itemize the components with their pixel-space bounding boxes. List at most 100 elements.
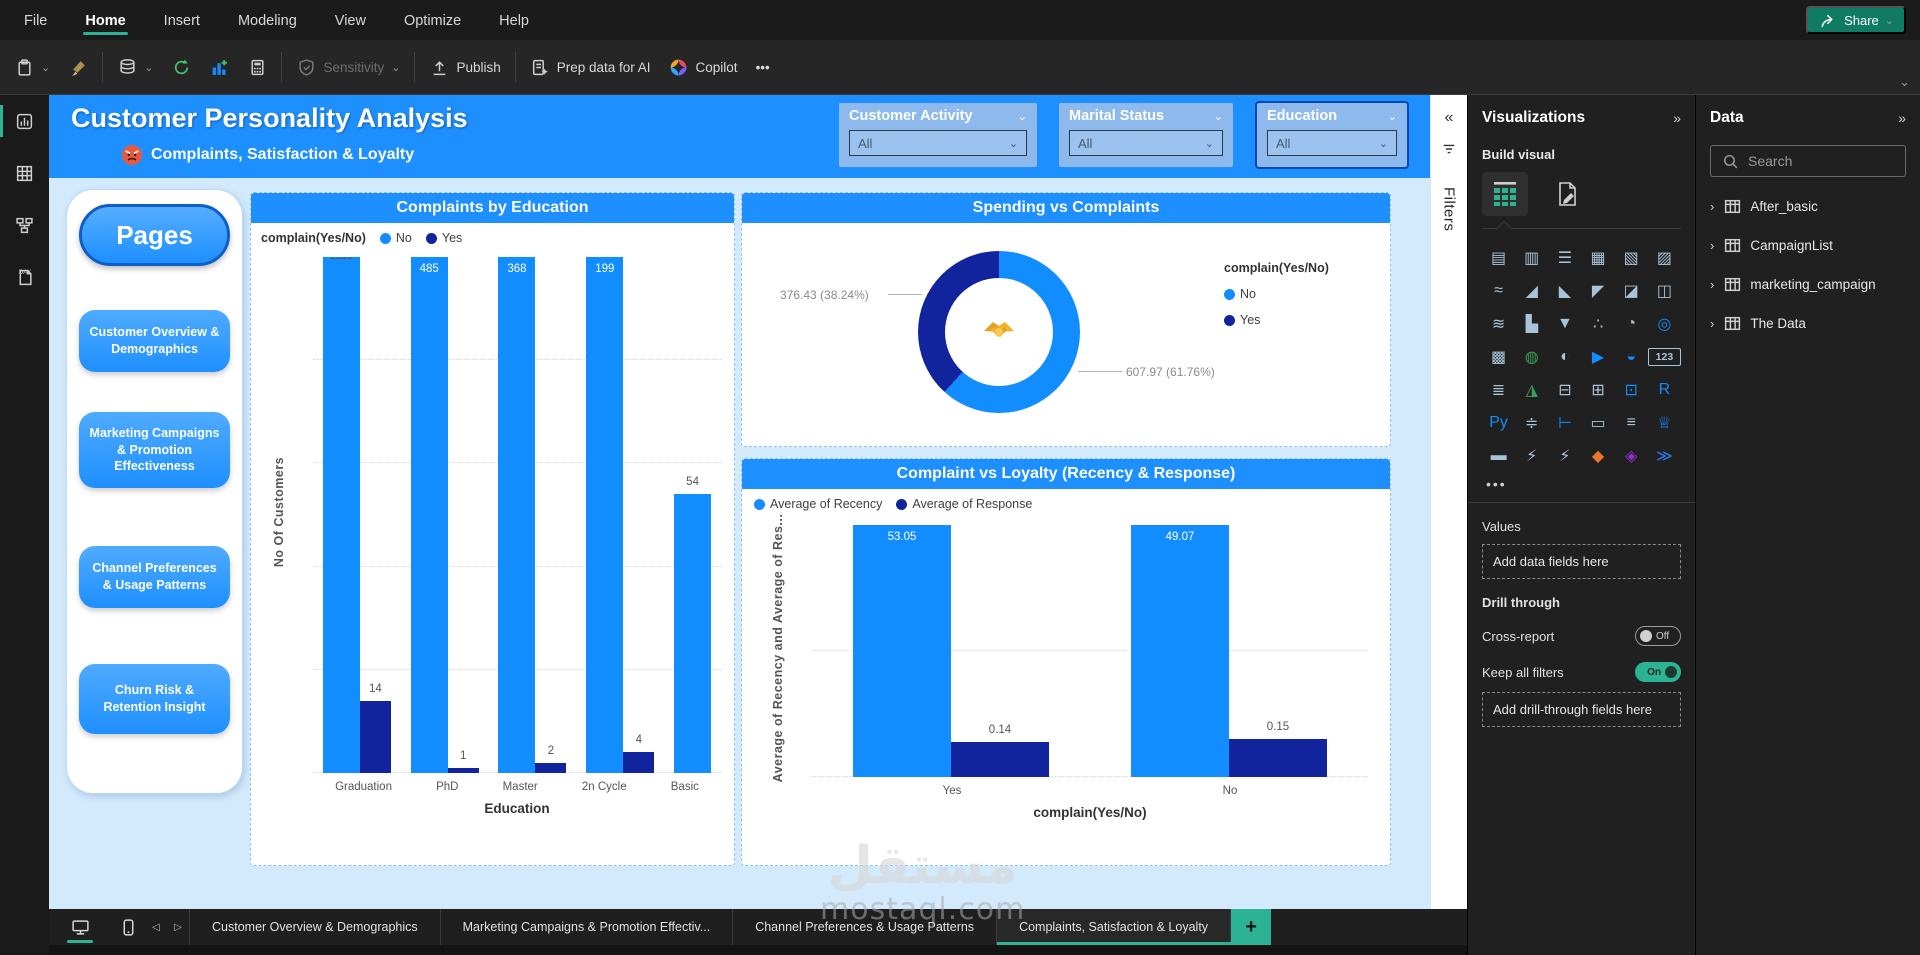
paginated-report-icon[interactable]: ▬ bbox=[1482, 441, 1515, 470]
expand-chevron-icon[interactable]: › bbox=[1710, 277, 1714, 292]
visual-complaint-vs-loyalty[interactable]: Complaint vs Loyalty (Recency & Response… bbox=[741, 458, 1391, 866]
rail-table-view[interactable] bbox=[0, 147, 49, 199]
map-icon[interactable]: ◍ bbox=[1515, 342, 1548, 371]
decomposition-tree-icon[interactable]: ⊢ bbox=[1548, 408, 1581, 437]
line-chart-icon[interactable]: ≈ bbox=[1482, 276, 1515, 305]
bar-no-basic[interactable]: 54 bbox=[674, 494, 711, 773]
metrics-icon[interactable]: ♕ bbox=[1648, 408, 1681, 437]
bar-no-graduation[interactable]: 1113 bbox=[323, 257, 360, 773]
bar-yes-master[interactable]: 2 bbox=[535, 763, 566, 773]
bar-no-2n-cycle[interactable]: 199 bbox=[586, 257, 623, 773]
expand-chevron-icon[interactable]: › bbox=[1710, 316, 1714, 331]
menu-item-modeling[interactable]: Modeling bbox=[236, 3, 299, 37]
page-nav-button-4[interactable]: Churn Risk & Retention Insight bbox=[79, 664, 230, 734]
menu-item-help[interactable]: Help bbox=[497, 3, 531, 37]
bar-average-of-recency-no[interactable]: 49.07 bbox=[1131, 525, 1229, 777]
table-item-campaignlist[interactable]: › CampaignList bbox=[1710, 235, 1906, 255]
stacked-bar-chart-icon[interactable]: ▤ bbox=[1482, 243, 1515, 272]
legend-item-average-of-response[interactable]: Average of Response bbox=[896, 497, 1032, 511]
power-automate-icon[interactable]: ≫ bbox=[1648, 441, 1681, 470]
rail-report-view[interactable] bbox=[0, 95, 49, 147]
ribbon-chart-icon[interactable]: ≋ bbox=[1482, 309, 1515, 338]
menu-item-insert[interactable]: Insert bbox=[162, 3, 202, 37]
basic-area-chart-icon[interactable]: ◤ bbox=[1582, 276, 1615, 305]
bar-average-of-response-no[interactable]: 0.15 bbox=[1229, 739, 1327, 777]
page-nav-button-2[interactable]: Marketing Campaigns & Promotion Effectiv… bbox=[79, 412, 230, 488]
stacked-area-chart-icon[interactable]: ◣ bbox=[1548, 276, 1581, 305]
line-and-stacked-column-chart-icon[interactable]: ◪ bbox=[1615, 276, 1648, 305]
expand-chevron-icon[interactable]: › bbox=[1710, 238, 1714, 253]
donut-chart-icon[interactable]: ◎ bbox=[1648, 309, 1681, 338]
menu-item-file[interactable]: File bbox=[22, 3, 49, 37]
q-and-a-icon[interactable]: ▭ bbox=[1582, 408, 1615, 437]
collapse-panel-icon[interactable]: » bbox=[1898, 110, 1906, 126]
share-button[interactable]: Share ⌄ bbox=[1806, 6, 1906, 34]
filter-dropdown[interactable]: All⌄ bbox=[1069, 130, 1223, 156]
card-icon[interactable]: 123 bbox=[1648, 348, 1681, 366]
kpi-icon[interactable]: ◮ bbox=[1515, 375, 1548, 404]
visual-spending-vs-complaints[interactable]: Spending vs Complaints 376.43 (38.24%)60… bbox=[741, 192, 1391, 447]
next-page-arrow[interactable]: ▷ bbox=[167, 909, 189, 945]
tab-build-visual[interactable] bbox=[1482, 172, 1528, 216]
ribbon-more-button[interactable]: ••• bbox=[756, 60, 770, 75]
legend-item-no[interactable]: No bbox=[380, 231, 412, 245]
previous-page-arrow[interactable]: ◁ bbox=[145, 909, 167, 945]
expand-chevron-icon[interactable]: › bbox=[1710, 199, 1714, 214]
menu-item-home[interactable]: Home bbox=[83, 3, 127, 37]
bar-yes-graduation[interactable]: 14 bbox=[360, 701, 391, 773]
cross-report-toggle[interactable]: Off bbox=[1635, 626, 1681, 646]
bar-yes-2n-cycle[interactable]: 4 bbox=[623, 752, 654, 773]
page-tab-customer-overview-demographics[interactable]: Customer Overview & Demographics bbox=[189, 909, 440, 945]
python-visual-icon[interactable]: Py bbox=[1482, 408, 1515, 437]
r-script-visual-icon[interactable]: R bbox=[1648, 375, 1681, 404]
bar-average-of-recency-yes[interactable]: 53.05 bbox=[853, 525, 951, 777]
filters-pane-collapsed[interactable]: « Filters bbox=[1430, 95, 1467, 909]
multi-row-card-icon[interactable]: ≣ bbox=[1482, 375, 1515, 404]
keep-all-filters-toggle[interactable]: On bbox=[1635, 662, 1681, 682]
pie-chart-icon[interactable]: ◔ bbox=[1615, 309, 1648, 338]
desktop-view-icon[interactable] bbox=[63, 909, 97, 945]
new-page-button[interactable]: + bbox=[1231, 909, 1271, 945]
new-visual-button[interactable] bbox=[209, 57, 229, 77]
get-data-button[interactable]: ⌄ bbox=[117, 57, 153, 77]
page-nav-button-1[interactable]: Customer Overview & Demographics bbox=[79, 310, 230, 372]
collapse-panel-icon[interactable]: » bbox=[1673, 110, 1681, 126]
table-icon[interactable]: ⊞ bbox=[1582, 375, 1615, 404]
page-tab-complaints-satisfaction-loyalty[interactable]: Complaints, Satisfaction & Loyalty bbox=[996, 909, 1231, 945]
clustered-column-chart-icon[interactable]: ▦ bbox=[1582, 243, 1615, 272]
100-stacked-column-chart-icon[interactable]: ▨ bbox=[1648, 243, 1681, 272]
collapse-ribbon-icon[interactable]: ⌄ bbox=[1899, 74, 1910, 90]
key-influencers-icon[interactable]: ≑ bbox=[1515, 408, 1548, 437]
filter-dropdown[interactable]: All⌄ bbox=[849, 130, 1027, 156]
smart-narrative-icon[interactable]: ≡ bbox=[1615, 408, 1648, 437]
bar-average-of-response-yes[interactable]: 0.14 bbox=[951, 742, 1049, 777]
menu-item-view[interactable]: View bbox=[333, 3, 368, 37]
menu-item-optimize[interactable]: Optimize bbox=[402, 3, 463, 37]
new-measure-button[interactable] bbox=[247, 57, 267, 77]
refresh-button[interactable] bbox=[171, 57, 191, 77]
data-search-input[interactable]: Search bbox=[1710, 145, 1906, 177]
expand-filters-icon[interactable]: « bbox=[1431, 109, 1467, 127]
funnel-chart-icon[interactable]: ▼ bbox=[1548, 309, 1581, 338]
chevron-down-icon[interactable]: ⌄ bbox=[1388, 110, 1397, 123]
paste-button[interactable]: ⌄ bbox=[14, 57, 50, 77]
filled-map-icon[interactable]: ◐ bbox=[1548, 342, 1581, 371]
table-item-marketing_campaign[interactable]: › marketing_campaign bbox=[1710, 274, 1906, 294]
page-nav-button-3[interactable]: Channel Preferences & Usage Patterns bbox=[79, 546, 230, 608]
format-painter-button[interactable] bbox=[68, 57, 88, 77]
azure-map-icon[interactable]: ▶ bbox=[1582, 342, 1615, 371]
table-item-after_basic[interactable]: › After_basic bbox=[1710, 196, 1906, 216]
sensitivity-button[interactable]: Sensitivity ⌄ bbox=[296, 57, 400, 77]
rail-dax-query-view[interactable]: DAX bbox=[0, 251, 49, 303]
bar-yes-phd[interactable]: 1 bbox=[448, 768, 479, 773]
arcgis-map-icon[interactable]: ◆ bbox=[1582, 441, 1615, 470]
chevron-down-icon[interactable]: ⌄ bbox=[1214, 110, 1223, 123]
legend-item-yes[interactable]: Yes bbox=[426, 231, 462, 245]
prep-data-for-ai-button[interactable]: Prep data for AI bbox=[530, 57, 651, 77]
area-chart-icon[interactable]: ◢ bbox=[1515, 276, 1548, 305]
100-stacked-bar-chart-icon[interactable]: ▧ bbox=[1615, 243, 1648, 272]
automate-trigger-visual-icon[interactable]: ⚡ bbox=[1548, 441, 1581, 470]
filter-dropdown[interactable]: All⌄ bbox=[1267, 130, 1397, 156]
clustered-bar-chart-icon[interactable]: ☰ bbox=[1548, 243, 1581, 272]
line-and-clustered-column-chart-icon[interactable]: ◫ bbox=[1648, 276, 1681, 305]
